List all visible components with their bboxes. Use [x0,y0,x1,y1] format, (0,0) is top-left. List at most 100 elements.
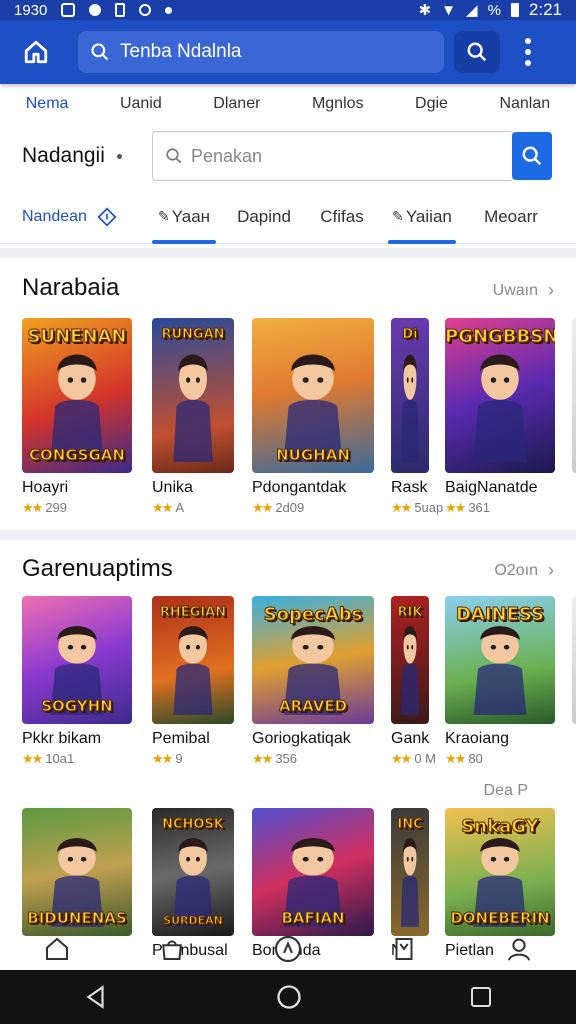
see-more-label: Uwaın [492,281,538,299]
filter-tab[interactable]: ✎ Yaaн [152,190,216,244]
lock-icon [115,3,126,17]
rating-value: 299 [45,500,68,515]
game-title: Goriogkatiqak [252,730,351,747]
filter-tab-label: Yaiian [405,206,452,226]
rating-value: 80 [468,751,483,766]
game-card[interactable]: NUGHAN Pdongantdak ★★ 2d09 [252,318,374,516]
cover-subtitle-text: BIDUNENAS [27,909,127,927]
filter-tab[interactable]: Meoarr [456,190,566,244]
see-more-link[interactable]: Dea P [484,782,528,800]
category-tab[interactable]: Dlaner [213,95,260,113]
game-card[interactable]: PGNGBBSN BaigNanatde ★★ 361 [445,318,555,516]
recents-icon[interactable] [469,985,493,1009]
filter-tab[interactable]: Dapind [216,190,312,244]
game-card[interactable]: Di Rask ★★ 5uap [391,318,443,516]
star-icon: ★★ [152,751,173,766]
game-card[interactable]: BIDUNENAS [22,808,132,936]
back-icon[interactable] [83,984,109,1010]
search-input[interactable]: Penakan [152,131,514,181]
dropdown-dot-icon [116,153,122,159]
cover-title-text: NCHOSK [162,817,225,832]
game-card[interactable] [572,596,576,724]
game-cover-image: BAFIAN [252,808,374,936]
game-card[interactable]: SUNENAN CONGSGAN Hoayri ★★ 299 [22,318,132,516]
cover-subtitle-text: CONGSGAN [29,446,126,464]
category-tab[interactable]: Uanid [120,95,162,113]
search-button[interactable] [512,132,552,180]
game-card[interactable]: RHEGIAN Pemibal ★★ 9 [152,596,234,767]
cover-title-text: PGNGBBSN [445,326,555,347]
home-button[interactable] [14,30,58,74]
cover-title-text: INC [397,817,423,832]
section-divider [0,530,576,540]
filter-tab[interactable]: Cfifas [312,190,372,244]
game-cover-image: SopecAbs ARAVED [252,596,374,724]
cover-title-text: RHEGIAN [159,605,227,620]
see-more-link[interactable]: Uwaın › [493,280,554,301]
game-card[interactable] [572,318,576,473]
sim-icon [139,4,152,16]
game-rating: ★★ 356 [252,751,374,767]
star-icon: ★★ [22,751,43,766]
game-rating: ★★ 2d09 [252,500,374,516]
status-bar: 1930 ✱ ▼ ◢ % 2:21 [0,0,576,20]
profile-icon[interactable] [504,934,534,964]
cover-title-text: RIK [397,605,423,620]
filter-tab-label: Yaaн [171,206,211,226]
top-search-button[interactable] [454,31,500,73]
notification-dot-icon [89,4,102,16]
game-card[interactable]: RIK Gank ★★ 0 M [391,596,436,767]
cover-title-text: RUNGAN [161,327,225,342]
rating-value: 2d09 [275,500,305,515]
game-title: BaigNanatde [445,479,538,496]
game-title: Unika [152,479,193,496]
game-title: Kraoiang [445,730,510,747]
star-icon: ★★ [445,500,466,515]
compass-icon[interactable] [272,933,304,965]
game-cover-image: SnkaGY DONEBERIN [445,808,555,936]
game-title: Pdongantdak [252,479,347,496]
star-icon: ★★ [391,500,412,515]
game-card[interactable]: RUNGAN Unika ★★ A [152,318,234,516]
category-tab[interactable]: Nanlan [499,95,550,113]
filter-tabs: Nandean ✎ Yaaн Dapind Cfifas ✎ Yaiian Me… [0,190,576,244]
game-cover-image: INC [391,808,429,936]
cover-title-text: SnkaGY [461,816,539,837]
home-icon[interactable] [42,934,72,964]
more-options-button[interactable] [518,32,538,72]
top-search-field[interactable]: Tenba Ndalnla [78,31,444,73]
home-circle-icon[interactable] [275,983,303,1011]
category-tab[interactable]: Mgnlos [312,95,364,113]
battery-icon [510,3,519,17]
game-card[interactable]: SOGYHN Pkkr bikam ★★ 10a1 [22,596,132,767]
status-time-left: 1930 [14,1,48,19]
chevron-right-icon: › [548,280,554,300]
cover-title-text: SopecAbs [263,604,363,625]
star-icon: ★★ [445,751,466,766]
search-icon [467,42,487,62]
bag-icon[interactable] [157,934,187,964]
category-tab[interactable]: Dgie [415,95,448,113]
game-cover-image: SUNENAN CONGSGAN [22,318,132,473]
game-cover-image: SOGYHN [22,596,132,724]
top-search-text: Tenba Ndalnla [120,41,242,62]
filter-tab-label: Dapind [237,206,291,226]
game-rating: ★★ 80 [445,751,555,767]
filter-tab[interactable]: ✎ Yaiian [388,190,456,244]
info-diamond-icon [97,206,117,227]
game-cover-image [572,596,576,724]
wifi-icon: ▼ [441,1,457,19]
bluetooth-icon: ✱ [418,2,432,19]
section-divider [0,248,576,258]
game-card[interactable]: SopecAbs ARAVED Goriogkatiqak ★★ 356 [252,596,374,767]
game-cover-image: Di [391,318,429,473]
region-selector[interactable]: Nadangii [0,144,152,168]
star-icon: ★★ [252,500,273,515]
section-title: Narabaia [22,274,120,301]
see-more-link[interactable]: O2oın › [494,560,554,581]
filter-tab-first[interactable]: Nandean [0,206,152,227]
game-card[interactable]: DAINESS Kraoiang ★★ 80 [445,596,555,767]
library-icon[interactable] [389,934,419,964]
battery-text: % [487,1,501,19]
category-tab[interactable]: Nema [26,95,69,113]
